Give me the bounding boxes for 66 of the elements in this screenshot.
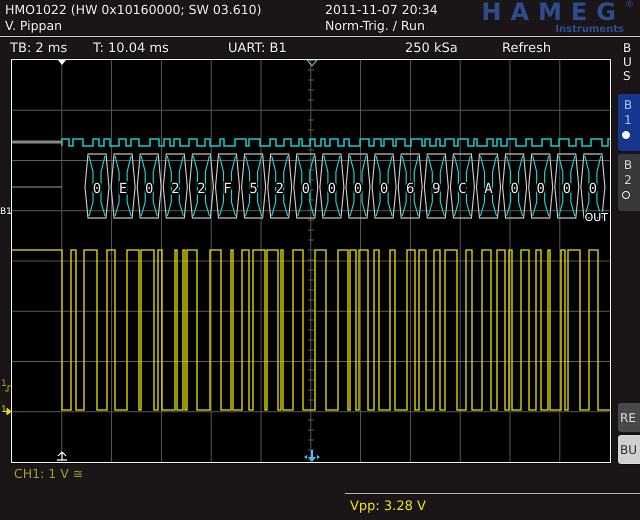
decoded-symbol: 2 — [275, 181, 284, 197]
status-reading: TB: 2 ms — [10, 40, 68, 56]
byte-frame — [136, 153, 162, 219]
decoded-symbol: 2 — [171, 181, 180, 197]
decoded-symbol: E — [118, 181, 128, 197]
status-reading: 250 kSa — [405, 40, 459, 56]
byte-frame — [372, 153, 397, 219]
arrow-right-icon — [5, 408, 11, 415]
decoded-symbol: 6 — [406, 181, 414, 197]
bus-button[interactable]: B2 — [618, 154, 640, 211]
decoded-symbol: C — [458, 181, 467, 197]
trigger-status: Norm-Trig. / Run — [325, 18, 426, 34]
decoded-symbol: 0 — [536, 181, 545, 197]
decoded-symbol: 2 — [197, 181, 206, 197]
decoded-symbol: 0 — [92, 181, 102, 197]
decoded-symbol: 0 — [510, 181, 519, 197]
status-reading: Refresh — [502, 40, 552, 56]
brand-subtitle: Instruments — [555, 24, 624, 35]
brand-logo: HAMEG — [481, 0, 625, 24]
byte-frame — [345, 153, 371, 219]
byte-frame — [528, 153, 554, 219]
byte-frame — [84, 153, 110, 219]
decoded-symbol: 0 — [328, 181, 336, 197]
center-marker-icon — [306, 60, 318, 67]
trigger-position-icon — [58, 60, 66, 65]
byte-frame — [267, 153, 292, 219]
status-reading: T: 10.04 ms — [93, 40, 170, 56]
softkey-button[interactable]: RE — [618, 403, 640, 432]
byte-frame — [450, 153, 475, 219]
decoded-symbol: F — [223, 181, 232, 197]
user-name: V. Pippan — [5, 18, 64, 34]
byte-frame — [554, 153, 580, 219]
byte-frame — [188, 153, 214, 219]
byte-frame — [476, 153, 502, 219]
byte-frame — [502, 153, 528, 219]
decoded-symbol: 0 — [588, 181, 598, 197]
decoded-symbol: 0 — [562, 181, 572, 197]
offset-arrows-icon — [304, 450, 320, 462]
status-reading: UART: B1 — [228, 40, 288, 56]
device-title: HMO1022 (HW 0x10160000; SW 03.610) — [5, 2, 262, 18]
byte-frame — [424, 153, 449, 219]
byte-frame — [110, 153, 136, 219]
trigger-time-icon — [56, 451, 68, 461]
channel-scale-label: CH1: 1 V ≅ — [13, 465, 84, 481]
bus-label: B1 — [0, 207, 12, 217]
byte-frame — [241, 153, 266, 219]
byte-frame — [319, 153, 344, 219]
decoded-symbol: 0 — [354, 181, 362, 197]
bus-baseline — [12, 186, 62, 188]
measurement-reading: Vpp: 3.28 V — [350, 499, 426, 514]
byte-frame — [293, 153, 318, 219]
bus-menu-title: BUS — [622, 40, 633, 85]
decoded-symbol: 9 — [432, 181, 441, 197]
decoded-symbol: 0 — [380, 181, 388, 197]
date-time: 2011-11-07 20:34 — [325, 2, 439, 18]
registered-mark: ® — [625, 0, 634, 10]
decoded-symbol: 5 — [249, 181, 258, 197]
byte-frame — [162, 153, 188, 219]
channel-level-marker: 1 — [1, 379, 7, 389]
byte-frame — [214, 153, 240, 219]
byte-frame — [398, 153, 423, 219]
bus-button[interactable]: B1 — [618, 94, 640, 151]
decoded-symbol: 0 — [302, 181, 310, 197]
trigger-edge-icon — [5, 385, 11, 392]
softkey-button[interactable]: BU — [618, 435, 640, 464]
decoded-symbol: 0 — [144, 181, 154, 197]
